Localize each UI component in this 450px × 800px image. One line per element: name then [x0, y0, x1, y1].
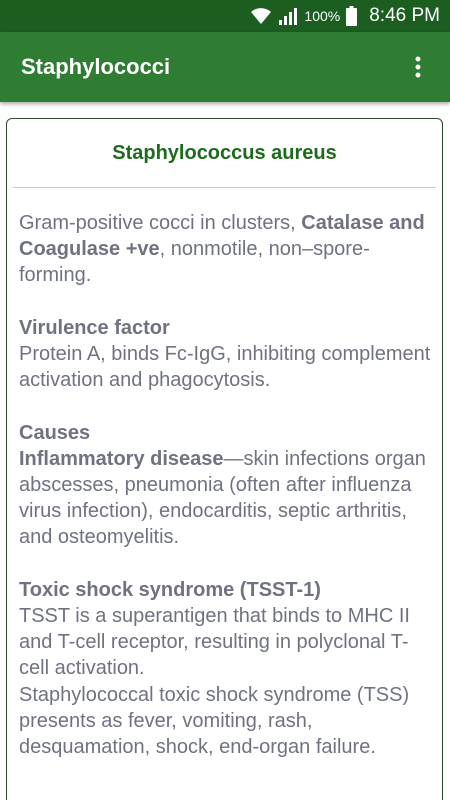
virulence-heading: Virulence factor	[19, 316, 170, 339]
intro-paragraph: Gram-positive cocci in clusters, Catalas…	[19, 210, 432, 289]
toxic-shock-section: Toxic shock syndrome (TSST-1) TSST is a …	[19, 577, 432, 760]
content-card: Staphylococcus aureus Gram-positive cocc…	[6, 118, 443, 800]
battery-percentage: 100%	[304, 8, 341, 24]
clock: 8:46 PM	[369, 5, 440, 26]
toxic-shock-heading: Toxic shock syndrome (TSST-1)	[19, 578, 321, 601]
toxic-shock-text-2: Staphylococcal toxic shock syndrome (TSS…	[19, 683, 410, 759]
app-title: Staphylococci	[21, 54, 171, 79]
app-bar: Staphylococci	[0, 32, 450, 102]
card-body: Gram-positive cocci in clusters, Catalas…	[7, 188, 442, 760]
status-bar: 100% 8:46 PM	[0, 0, 450, 32]
signal-icon	[278, 7, 298, 25]
overflow-menu-button[interactable]	[406, 47, 430, 87]
causes-heading: Causes	[19, 421, 91, 444]
causes-bold: Inflammatory disease	[19, 447, 224, 470]
toxic-shock-text: TSST is a superantigen that binds to MHC…	[19, 605, 410, 680]
battery-icon	[346, 6, 358, 26]
card-title: Staphylococcus aureus	[112, 141, 337, 164]
virulence-section: Virulence factor Protein A, binds Fc-IgG…	[19, 315, 432, 394]
more-vert-icon	[415, 56, 421, 78]
intro-text: Gram-positive cocci in clusters,	[19, 212, 302, 234]
virulence-text: Protein A, binds Fc-IgG, inhibiting comp…	[19, 343, 431, 392]
wifi-icon	[250, 7, 272, 25]
causes-section: Causes Inflammatory disease—skin infecti…	[19, 420, 432, 551]
